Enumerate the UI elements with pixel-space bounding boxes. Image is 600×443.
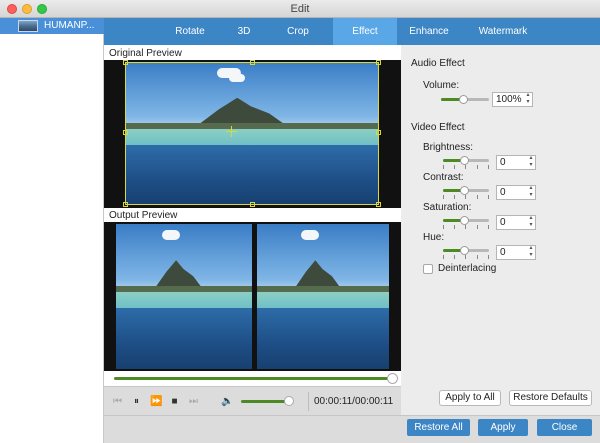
seek-handle[interactable] — [387, 373, 398, 384]
crop-handle[interactable] — [123, 60, 128, 65]
brightness-label: Brightness: — [423, 142, 474, 153]
video-thumbnail — [18, 20, 38, 32]
file-name: HUMANP... — [44, 20, 95, 31]
fast-forward-icon[interactable]: ⏩ — [150, 396, 162, 407]
volume-slider[interactable] — [441, 95, 489, 104]
hue-ticks — [443, 255, 489, 259]
crop-handle[interactable] — [250, 60, 255, 65]
output-video-before — [116, 224, 252, 369]
saturation-value: 0 — [500, 217, 506, 228]
player-volume-handle[interactable] — [284, 396, 294, 406]
title-bar: Edit — [0, 0, 600, 18]
hue-slider[interactable] — [443, 246, 489, 255]
output-preview-label: Output Preview — [109, 210, 178, 221]
crop-handle[interactable] — [376, 130, 381, 135]
pause-icon[interactable]: ⏸ — [131, 396, 142, 407]
saturation-slider[interactable] — [443, 216, 489, 225]
crop-handle[interactable] — [376, 60, 381, 65]
original-preview — [104, 60, 401, 208]
volume-slider-handle[interactable] — [459, 95, 468, 104]
contrast-label: Contrast: — [423, 172, 464, 183]
volume-value: 100% — [496, 94, 522, 105]
stop-icon[interactable]: ■ — [169, 396, 180, 407]
crop-area[interactable] — [125, 62, 379, 205]
speaker-icon[interactable]: 🔈 — [221, 396, 233, 407]
crop-handle[interactable] — [123, 130, 128, 135]
saturation-slider-handle[interactable] — [460, 216, 469, 225]
hue-label: Hue: — [423, 232, 445, 243]
stepper-arrows-icon[interactable]: ▴ ▾ — [527, 245, 535, 260]
deinterlacing-checkbox[interactable] — [423, 264, 433, 274]
file-list-item[interactable]: HUMANP... — [0, 18, 104, 34]
hue-value: 0 — [500, 247, 506, 258]
dialog-footer: Restore All Apply Close — [104, 415, 600, 443]
contrast-slider[interactable] — [443, 186, 489, 195]
tab-crop[interactable]: Crop — [268, 18, 328, 45]
crop-handle[interactable] — [250, 202, 255, 207]
stepper-arrows-icon[interactable]: ▴ ▾ — [524, 92, 532, 107]
brightness-slider-handle[interactable] — [460, 156, 469, 165]
time-display: 00:00:11/00:00:11 — [314, 396, 394, 407]
close-button[interactable]: Close — [537, 419, 592, 436]
stepper-arrows-icon[interactable]: ▴ ▾ — [527, 215, 535, 230]
tab-bar: Rotate 3D Crop Effect Enhance Watermark — [104, 18, 600, 45]
player-controls: ⏮ ⏸ ⏩ ■ ⏭ 🔈 00:00:11/00:00:11 — [104, 386, 401, 415]
audio-effect-heading: Audio Effect — [411, 58, 465, 69]
crop-handle[interactable] — [376, 202, 381, 207]
saturation-label: Saturation: — [423, 202, 472, 213]
volume-label: Volume: — [423, 80, 460, 91]
seek-bar[interactable] — [104, 371, 401, 386]
output-preview — [104, 222, 401, 371]
deinterlacing-label: Deinterlacing — [438, 263, 497, 274]
file-list-sidebar: HUMANP... — [0, 18, 104, 443]
apply-to-all-button[interactable]: Apply to All — [439, 390, 501, 406]
crop-handle[interactable] — [123, 202, 128, 207]
tab-enhance[interactable]: Enhance — [397, 18, 461, 45]
tab-rotate[interactable]: Rotate — [160, 18, 220, 45]
tab-watermark[interactable]: Watermark — [461, 18, 545, 45]
restore-defaults-button[interactable]: Restore Defaults — [509, 390, 592, 406]
tab-3d[interactable]: 3D — [220, 18, 268, 45]
skip-back-icon[interactable]: ⏮ — [112, 396, 123, 407]
contrast-value: 0 — [500, 187, 506, 198]
skip-end-icon[interactable]: ⏭ — [188, 396, 199, 407]
original-preview-label: Original Preview — [109, 48, 182, 59]
contrast-slider-handle[interactable] — [460, 186, 469, 195]
stepper-arrows-icon[interactable]: ▴ ▾ — [527, 185, 535, 200]
restore-all-button[interactable]: Restore All — [407, 419, 470, 436]
hue-slider-handle[interactable] — [460, 246, 469, 255]
output-video-after — [257, 224, 389, 369]
window-title: Edit — [290, 3, 310, 15]
stepper-arrows-icon[interactable]: ▴ ▾ — [527, 155, 535, 170]
seek-progress — [114, 377, 393, 380]
brightness-ticks — [443, 165, 489, 169]
brightness-value: 0 — [500, 157, 506, 168]
tab-effect[interactable]: Effect — [333, 18, 397, 45]
contrast-ticks — [443, 195, 489, 199]
video-effect-heading: Video Effect — [411, 122, 465, 133]
brightness-slider[interactable] — [443, 156, 489, 165]
apply-button[interactable]: Apply — [478, 419, 528, 436]
player-volume-slider[interactable] — [241, 400, 289, 403]
saturation-ticks — [443, 225, 489, 229]
effect-settings-panel: Audio Effect Volume: 100% ▴ ▾ Video Effec… — [401, 45, 600, 415]
divider — [308, 392, 309, 411]
